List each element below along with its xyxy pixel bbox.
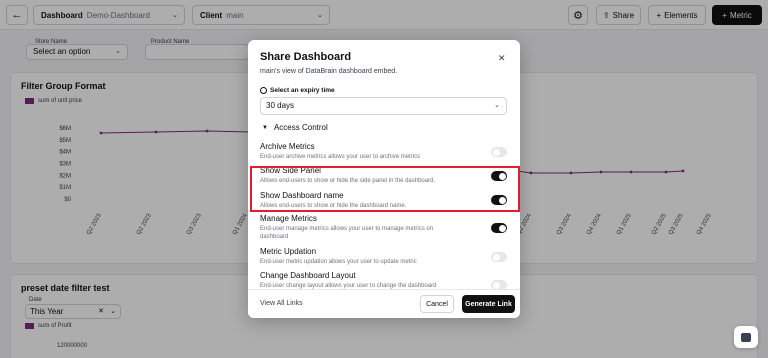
setting-row: Archive Metrics End-user archive metrics … bbox=[260, 142, 450, 161]
setting-row: Metric Updation End-user metric updation … bbox=[260, 247, 450, 266]
setting-toggle[interactable] bbox=[491, 147, 507, 157]
toggle-knob bbox=[492, 148, 500, 156]
setting-title: Metric Updation bbox=[260, 247, 317, 256]
setting-toggle[interactable] bbox=[491, 223, 507, 233]
expiry-label: Select an expiry time bbox=[260, 87, 335, 94]
modal-description: main's view of DataBrain dashboard embed… bbox=[260, 68, 398, 75]
expiry-value: 30 days bbox=[266, 101, 295, 110]
access-control-toggle[interactable]: ▼ Access Control bbox=[262, 123, 328, 132]
setting-description: End-user manage metrics allows your user… bbox=[260, 226, 434, 240]
toggle-knob bbox=[498, 224, 506, 232]
close-icon[interactable]: ✕ bbox=[498, 53, 506, 64]
setting-toggle[interactable] bbox=[491, 252, 507, 262]
setting-description: End-user archive metrics allows your use… bbox=[260, 154, 421, 160]
highlight-box bbox=[250, 166, 520, 212]
setting-row: Manage Metrics End-user manage metrics al… bbox=[260, 214, 450, 241]
generate-link-button[interactable]: Generate Link bbox=[462, 295, 515, 313]
expiry-select[interactable]: 30 days ⌄ bbox=[260, 97, 507, 115]
chat-icon bbox=[741, 332, 751, 342]
toggle-knob bbox=[492, 281, 500, 289]
expiry-label-text: Select an expiry time bbox=[270, 87, 335, 94]
clock-icon bbox=[260, 87, 267, 94]
setting-row: Change Dashboard Layout End-user change l… bbox=[260, 271, 450, 290]
setting-title: Archive Metrics bbox=[260, 142, 315, 151]
access-control-label: Access Control bbox=[273, 123, 328, 132]
toggle-knob bbox=[492, 253, 500, 261]
setting-description: End-user metric updation allows your use… bbox=[260, 259, 417, 265]
view-all-links-link[interactable]: View All Links bbox=[260, 300, 303, 307]
setting-title: Manage Metrics bbox=[260, 214, 317, 223]
cancel-button[interactable]: Cancel bbox=[420, 295, 454, 313]
setting-title: Change Dashboard Layout bbox=[260, 271, 356, 280]
chevron-down-icon: ⌄ bbox=[494, 102, 500, 109]
chat-button[interactable] bbox=[734, 326, 758, 348]
caret-down-icon: ▼ bbox=[262, 124, 268, 131]
modal-footer: View All Links Cancel Generate Link bbox=[248, 289, 520, 318]
modal-title: Share Dashboard bbox=[260, 51, 352, 63]
